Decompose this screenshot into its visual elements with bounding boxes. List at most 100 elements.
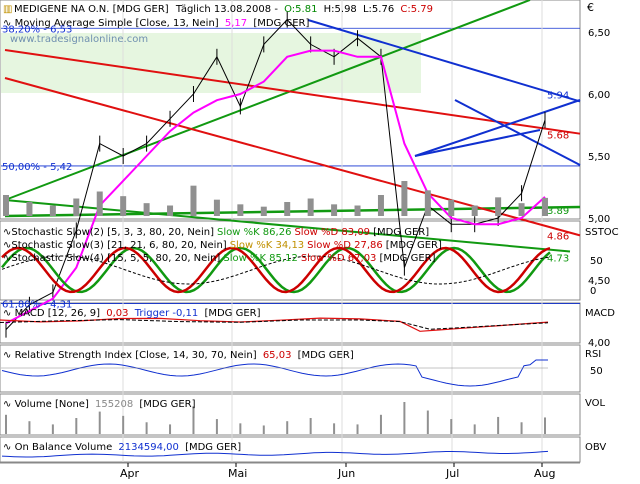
price-volume-bar-22	[518, 203, 525, 216]
rsi-legend: ∿ Relative Strength Index [Close, 14, 30…	[3, 350, 354, 361]
ohlc-open: O:5.81	[284, 4, 317, 15]
volume-bar-19	[450, 419, 453, 434]
rsi-legend-text: Relative Strength Index [Close, 14, 30, …	[15, 350, 257, 361]
stoch-legend-text-0: Stochastic Slow(2) [5, 3, 3, 80, 20, Nei…	[11, 227, 214, 238]
volume-bar-18	[426, 410, 429, 434]
x-tick-label-3: Jul	[445, 467, 459, 480]
stoch-ytick-0: 0	[590, 286, 596, 297]
x-tick-label-2: Jun	[337, 467, 355, 480]
volume-legend-value: 155208	[95, 399, 133, 410]
volume-legend-text: Volume [None]	[15, 399, 89, 410]
volume-legend-icon: ∿	[3, 399, 11, 410]
stoch-legend-1: ∿Stochastic Slow(3) [21, 21, 6, 80, 20, …	[3, 240, 442, 251]
stoch-legend-suffix-1: [MDG GER]	[386, 240, 442, 251]
value-tag-3: 4.73	[547, 253, 569, 264]
stoch-legend-2: ∿Stochastic Slow(4) [15, 5, 5, 80, 20, N…	[3, 253, 436, 264]
volume-bar-13	[309, 418, 312, 434]
volume-legend: ∿ Volume [None] 155208 [MDG GER]	[3, 399, 196, 410]
value-tag-2: 4.86	[547, 231, 569, 242]
rsi-legend-value: 65,03	[263, 350, 292, 361]
price-volume-bar-4	[96, 191, 103, 216]
stoch-legend-suffix-2: [MDG GER]	[379, 253, 435, 264]
price-header: MEDIGENE NA O.N. [MDG GER] Täglich 13.08…	[14, 4, 433, 15]
volume-bar-4	[98, 411, 101, 434]
stoch-legend-d-2: Slow %D 67,03	[301, 253, 377, 264]
price-ytick-3: 5,00	[588, 214, 610, 225]
stoch-legend-icon-0: ∿	[3, 227, 11, 238]
value-tag-4: 3.89	[547, 206, 569, 217]
macd-panel-label: MACD	[585, 308, 615, 319]
volume-legend-suffix: [MDG GER]	[139, 399, 195, 410]
price-ytick-1: 6,00	[588, 90, 610, 101]
volume-bar-17	[403, 402, 406, 434]
rsi-legend-suffix: [MDG GER]	[298, 350, 354, 361]
stoch-legend-d-1: Slow %D 27,86	[307, 240, 383, 251]
price-volume-bar-3	[73, 198, 80, 216]
volume-bar-12	[286, 421, 289, 434]
header-period: Täglich 13.08.2008 -	[175, 4, 278, 15]
price-ytick-2: 5,50	[588, 152, 610, 163]
volume-bar-14	[333, 423, 336, 434]
volume-bar-3	[75, 418, 78, 434]
stoch-legend-icon-2: ∿	[3, 253, 11, 264]
ma-legend-suffix: [MDG GER]	[253, 18, 309, 29]
ticker-icon: ▥	[3, 4, 12, 15]
fib-label-0: 38,20% - 6,53	[2, 24, 72, 35]
price-volume-bar-2	[49, 205, 56, 216]
rsi-panel-label: RSI	[585, 349, 601, 360]
price-volume-bar-7	[167, 205, 174, 216]
volume-panel-label: VOL	[585, 398, 606, 409]
price-volume-bar-6	[143, 203, 150, 216]
value-tag-0: 5.94	[547, 90, 569, 101]
volume-bar-10	[239, 423, 242, 434]
volume-bar-1	[28, 421, 31, 434]
currency-label: €	[587, 1, 594, 14]
x-tick-label-4: Aug	[534, 467, 555, 480]
volume-bar-6	[145, 422, 148, 434]
volume-bar-9	[215, 419, 218, 434]
obv-legend: ∿ On Balance Volume 2134594,00 [MDG GER]	[3, 442, 241, 453]
watermark: www.tradesignalonline.com	[10, 34, 148, 45]
stoch-legend-icon-1: ∿	[3, 240, 11, 251]
volume-bar-0	[5, 414, 7, 434]
x-tick-label-0: Apr	[120, 467, 140, 480]
rsi-legend-icon: ∿	[3, 350, 11, 361]
price-volume-bar-9	[213, 199, 220, 216]
price-volume-bar-17	[401, 181, 408, 216]
price-volume-bar-11	[260, 206, 267, 216]
volume-bar-11	[262, 425, 265, 434]
price-volume-bar-18	[424, 190, 431, 216]
macd-legend-value: 0,03	[106, 308, 128, 319]
price-volume-bar-0	[3, 195, 9, 216]
stoch-ytick-50: 50	[590, 256, 603, 267]
stoch-legend-0: ∿Stochastic Slow(2) [5, 3, 3, 80, 20, Ne…	[3, 227, 429, 238]
obv-panel-label: OBV	[585, 442, 606, 453]
obv-legend-icon: ∿	[3, 442, 11, 453]
obv-legend-suffix: [MDG GER]	[185, 442, 241, 453]
stoch-legend-suffix-0: [MDG GER]	[373, 227, 429, 238]
volume-bar-7	[169, 424, 172, 434]
price-volume-bar-12	[284, 202, 291, 216]
macd-legend-icon: ∿	[3, 308, 11, 319]
macd-legend-suffix: [MDG GER]	[204, 308, 260, 319]
fib-label-1: 50,00% - 5,42	[2, 162, 72, 173]
obv-legend-value: 2134594,00	[118, 442, 178, 453]
stoch-panel-label: SSTOC	[585, 227, 619, 238]
volume-bar-21	[497, 416, 500, 434]
price-volume-bar-10	[237, 204, 244, 216]
volume-bar-15	[356, 424, 359, 434]
stoch-legend-k-0: Slow %K 86,26	[217, 227, 291, 238]
stoch-legend-k-2: Slow %K 85,12	[223, 253, 297, 264]
price-volume-bar-19	[448, 199, 455, 216]
price-volume-bar-1	[26, 202, 33, 216]
stoch-legend-text-1: Stochastic Slow(3) [21, 21, 6, 80, 20, N…	[11, 240, 226, 251]
price-volume-bar-8	[190, 185, 197, 216]
x-tick-label-1: Mai	[228, 467, 247, 480]
price-volume-bar-20	[471, 205, 478, 216]
price-panel-frame	[0, 0, 581, 220]
price-volume-bar-16	[377, 195, 384, 216]
macd-legend-trigger: Trigger -0,11	[134, 308, 199, 319]
price-volume-bar-21	[495, 197, 502, 216]
rsi-ytick: 50	[590, 366, 603, 377]
volume-bar-20	[473, 424, 476, 434]
